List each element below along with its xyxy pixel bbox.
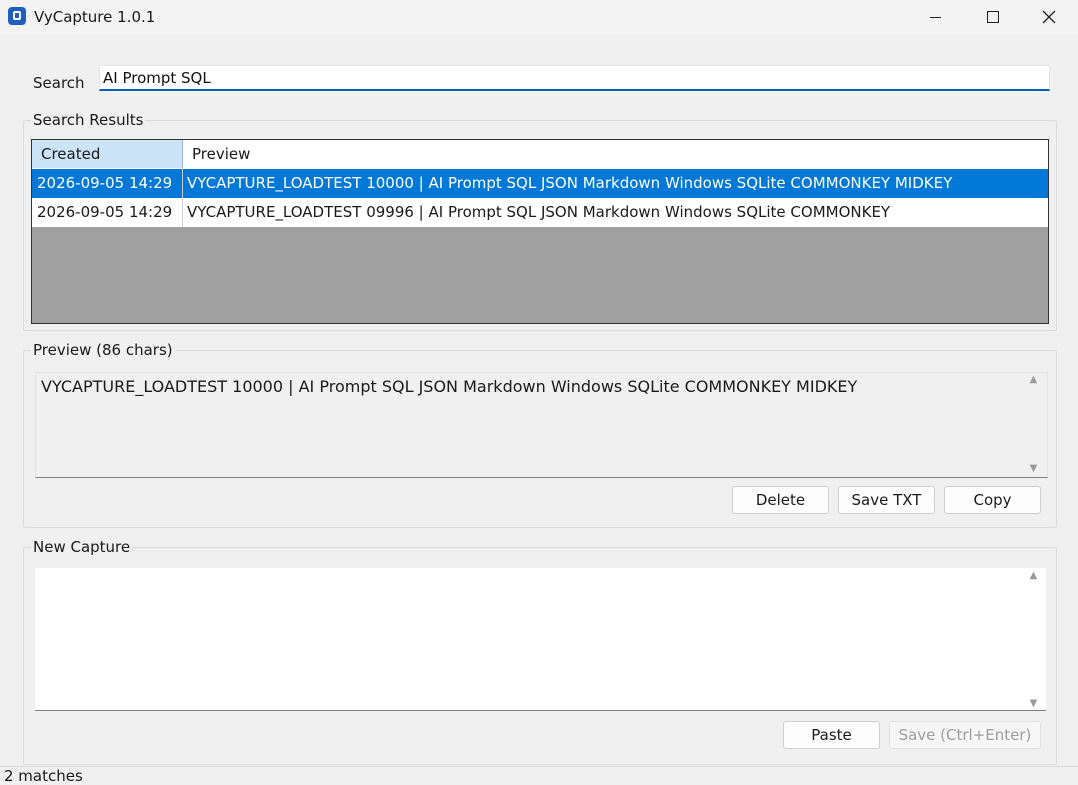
maximize-button[interactable] xyxy=(964,0,1022,34)
search-input[interactable] xyxy=(99,65,1050,91)
cell-created: 2026-09-05 14:29 xyxy=(32,169,183,198)
cell-preview: VYCAPTURE_LOADTEST 09996 | AI Prompt SQL… xyxy=(187,203,891,221)
table-row[interactable]: 2026-09-05 14:29 VYCAPTURE_LOADTEST 1000… xyxy=(32,169,1048,198)
scroll-up-icon[interactable]: ▲ xyxy=(1030,374,1038,385)
capture-scrollbar[interactable]: ▲ ▼ xyxy=(1025,570,1042,709)
status-bar xyxy=(0,766,1078,785)
column-header-created[interactable]: Created xyxy=(32,140,183,168)
table-header: Created Preview xyxy=(32,140,1048,170)
results-table[interactable]: Created Preview 2026-09-05 14:29 VYCAPTU… xyxy=(31,139,1049,324)
scroll-down-icon[interactable]: ▼ xyxy=(1030,698,1038,709)
app-icon xyxy=(8,7,26,25)
preview-text: VYCAPTURE_LOADTEST 10000 | AI Prompt SQL… xyxy=(41,377,858,396)
preview-label: Preview (86 chars) xyxy=(31,341,175,359)
column-header-preview[interactable]: Preview xyxy=(183,140,1048,168)
table-row[interactable]: 2026-09-05 14:29 VYCAPTURE_LOADTEST 0999… xyxy=(32,198,1048,227)
new-capture-label: New Capture xyxy=(31,538,133,556)
copy-button[interactable]: Copy xyxy=(944,486,1041,514)
scroll-down-icon[interactable]: ▼ xyxy=(1030,463,1038,474)
search-label: Search xyxy=(33,74,85,92)
close-icon xyxy=(1042,10,1056,24)
window-title: VyCapture 1.0.1 xyxy=(34,8,156,26)
cell-preview: VYCAPTURE_LOADTEST 10000 | AI Prompt SQL… xyxy=(187,174,953,192)
minimize-icon xyxy=(929,16,941,18)
minimize-button[interactable] xyxy=(906,0,964,34)
search-results-label: Search Results xyxy=(31,111,146,129)
delete-button[interactable]: Delete xyxy=(732,486,829,514)
new-capture-textarea[interactable] xyxy=(35,568,1046,711)
scroll-up-icon[interactable]: ▲ xyxy=(1030,570,1038,581)
close-button[interactable] xyxy=(1020,0,1078,34)
paste-button[interactable]: Paste xyxy=(783,721,880,749)
preview-scrollbar[interactable]: ▲ ▼ xyxy=(1025,374,1042,474)
maximize-icon xyxy=(987,11,999,23)
save-button: Save (Ctrl+Enter) xyxy=(889,721,1041,749)
save-txt-button[interactable]: Save TXT xyxy=(838,486,935,514)
cell-created: 2026-09-05 14:29 xyxy=(32,198,183,227)
status-text: 2 matches xyxy=(4,767,83,785)
